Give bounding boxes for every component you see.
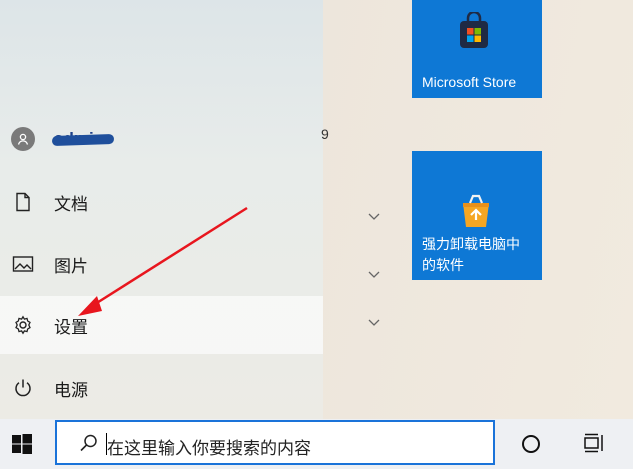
partial-list-text: 9 <box>321 126 329 142</box>
user-account-item[interactable]: admin <box>0 110 323 168</box>
pictures-icon <box>10 251 36 277</box>
tile-label: 的软件 <box>422 257 464 273</box>
rail-item-label: 图片 <box>54 256 88 276</box>
power-icon <box>10 375 36 401</box>
redaction-scribble <box>51 133 115 147</box>
chevron-down-icon[interactable] <box>368 210 380 222</box>
tile-label: 强力卸载电脑中 <box>422 236 520 252</box>
tile-microsoft-store[interactable]: Microsoft Store <box>412 0 542 98</box>
tile-uninstaller[interactable]: 强力卸载电脑中 的软件 <box>412 151 542 280</box>
tile-label: Microsoft Store <box>422 74 517 90</box>
gear-icon <box>10 312 36 338</box>
search-placeholder: 在这里输入你要搜索的内容 <box>107 439 311 458</box>
cortana-icon[interactable] <box>522 435 540 453</box>
rail-item-label: 文档 <box>54 194 88 214</box>
store-bag-icon <box>460 12 488 48</box>
document-icon <box>10 189 36 215</box>
chevron-down-icon[interactable] <box>368 316 380 328</box>
rail-item-label: 电源 <box>54 380 88 400</box>
chevron-down-icon[interactable] <box>368 268 380 280</box>
taskbar-search-box[interactable]: 在这里输入你要搜索的内容 <box>55 420 495 465</box>
user-avatar <box>10 126 36 152</box>
rail-item-power[interactable]: 电源 <box>0 359 323 417</box>
task-view-icon[interactable] <box>583 432 605 454</box>
recycle-box-icon <box>463 194 489 227</box>
avatar <box>11 127 35 151</box>
rail-item-documents[interactable]: 文档 <box>0 173 323 231</box>
rail-item-label: 设置 <box>54 317 88 337</box>
rail-item-pictures[interactable]: 图片 <box>0 235 323 293</box>
start-left-rail: admin 文档 图片 <box>0 0 323 419</box>
search-icon <box>80 434 97 452</box>
start-menu: admin 文档 图片 <box>0 0 633 419</box>
person-icon <box>17 133 29 145</box>
windows-start-icon[interactable] <box>12 434 32 454</box>
rail-item-settings[interactable]: 设置 <box>0 296 323 354</box>
